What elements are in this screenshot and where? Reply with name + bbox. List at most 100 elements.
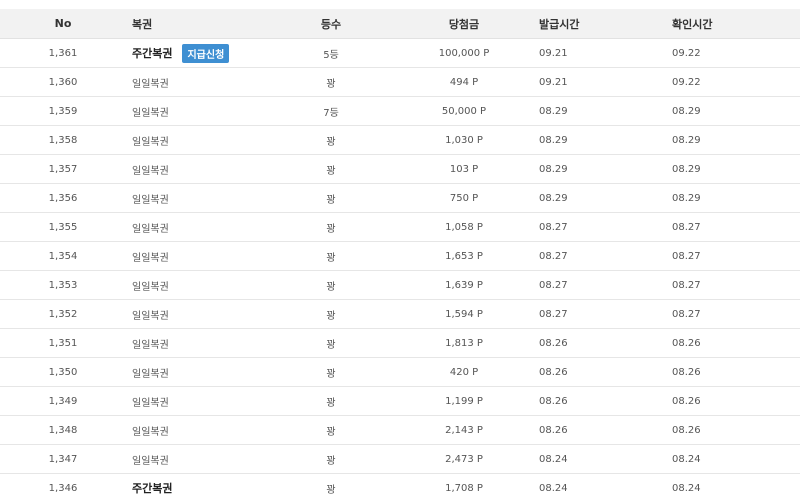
row-prize: 420 P (449, 366, 479, 378)
row-grade: 꽝 (326, 455, 336, 467)
row-lottery: 일일복권 (132, 300, 312, 328)
row-issued-time: 08.26 (539, 366, 568, 378)
row-grade: 꽝 (326, 426, 336, 438)
row-checked-time: 08.29 (672, 192, 701, 204)
header-no: No (54, 17, 72, 30)
row-grade: 7등 (323, 107, 339, 119)
table-row: 1,353 일일복권 꽝 1,639 P 08.27 08.27 (0, 271, 800, 300)
row-checked-time: 08.29 (672, 134, 701, 146)
row-grade: 꽝 (326, 252, 336, 264)
row-issued-time: 08.27 (539, 221, 568, 233)
row-no: 1,348 (48, 424, 78, 436)
row-lottery: 일일복권 (132, 97, 312, 125)
row-prize: 1,594 P (445, 308, 483, 320)
header-issued-time: 발급시간 (539, 17, 580, 31)
row-checked-time: 08.24 (672, 453, 701, 465)
row-prize: 1,653 P (445, 250, 483, 262)
table-row: 1,361 주간복권 지급신청 5등 100,000 P 09.21 09.22 (0, 39, 800, 68)
row-checked-time: 08.29 (672, 105, 701, 117)
table-row: 1,356 일일복권 꽝 750 P 08.29 08.29 (0, 184, 800, 213)
row-issued-time: 08.29 (539, 105, 568, 117)
row-lottery: 일일복권 (132, 213, 312, 241)
row-prize: 1,058 P (445, 221, 483, 233)
row-issued-time: 08.26 (539, 395, 568, 407)
row-checked-time: 08.29 (672, 163, 701, 175)
row-prize: 50,000 P (441, 105, 487, 117)
row-issued-time: 08.26 (539, 337, 568, 349)
row-checked-time: 08.27 (672, 279, 701, 291)
row-prize: 2,473 P (445, 453, 483, 465)
row-issued-time: 08.24 (539, 453, 568, 465)
lottery-name: 일일복권 (132, 136, 169, 148)
row-prize: 100,000 P (438, 47, 490, 59)
row-lottery: 일일복권 (132, 416, 312, 444)
row-grade: 5등 (323, 49, 339, 61)
row-no: 1,358 (48, 134, 78, 146)
lottery-history: No 복권 등수 당첨금 발급시간 확인시간 1,361 주간복권 지급신청 5등 10… (0, 0, 800, 494)
lottery-name: 주간복권 (132, 482, 173, 494)
row-prize: 1,639 P (445, 279, 483, 291)
row-prize: 1,199 P (445, 395, 483, 407)
row-checked-time: 08.24 (672, 482, 701, 494)
table-row: 1,349 일일복권 꽝 1,199 P 08.26 08.26 (0, 387, 800, 416)
lottery-name: 일일복권 (132, 368, 169, 380)
row-grade: 꽝 (326, 397, 336, 409)
lottery-name: 일일복권 (132, 194, 169, 206)
table-header: No 복권 등수 당첨금 발급시간 확인시간 (0, 9, 800, 39)
table-row: 1,347 일일복권 꽝 2,473 P 08.24 08.24 (0, 445, 800, 474)
row-no: 1,361 (48, 47, 78, 59)
row-checked-time: 08.26 (672, 395, 701, 407)
lottery-name: 일일복권 (132, 397, 169, 409)
row-no: 1,360 (48, 76, 78, 88)
lottery-name: 일일복권 (132, 223, 169, 235)
row-no: 1,352 (48, 308, 78, 320)
row-prize: 103 P (449, 163, 479, 175)
row-grade: 꽝 (326, 310, 336, 322)
table-row: 1,360 일일복권 꽝 494 P 09.21 09.22 (0, 68, 800, 97)
row-lottery: 일일복권 (132, 184, 312, 212)
row-issued-time: 08.24 (539, 482, 568, 494)
row-checked-time: 09.22 (672, 76, 701, 88)
row-lottery: 일일복권 (132, 126, 312, 154)
row-lottery: 일일복권 (132, 445, 312, 473)
lottery-name: 일일복권 (132, 281, 169, 293)
row-lottery: 주간복권 지급신청 (132, 39, 312, 67)
row-checked-time: 08.27 (672, 221, 701, 233)
row-checked-time: 08.27 (672, 250, 701, 262)
row-checked-time: 09.22 (672, 47, 701, 59)
row-issued-time: 08.27 (539, 279, 568, 291)
row-no: 1,349 (48, 395, 78, 407)
row-issued-time: 08.27 (539, 308, 568, 320)
lottery-name: 일일복권 (132, 426, 169, 438)
row-no: 1,353 (48, 279, 78, 291)
lottery-name: 일일복권 (132, 310, 169, 322)
lottery-name: 일일복권 (132, 78, 169, 90)
row-checked-time: 08.26 (672, 424, 701, 436)
row-prize: 2,143 P (445, 424, 483, 436)
row-no: 1,347 (48, 453, 78, 465)
table-row: 1,348 일일복권 꽝 2,143 P 08.26 08.26 (0, 416, 800, 445)
row-grade: 꽝 (326, 136, 336, 148)
row-grade: 꽝 (326, 484, 336, 494)
table-row: 1,351 일일복권 꽝 1,813 P 08.26 08.26 (0, 329, 800, 358)
lottery-name: 주간복권 (132, 47, 173, 60)
row-checked-time: 08.26 (672, 337, 701, 349)
payout-request-button[interactable]: 지급신청 (182, 43, 230, 63)
row-no: 1,346 (48, 482, 78, 494)
row-grade: 꽝 (326, 194, 336, 206)
row-issued-time: 08.26 (539, 424, 568, 436)
row-prize: 1,030 P (445, 134, 483, 146)
row-no: 1,350 (48, 366, 78, 378)
row-lottery: 주간복권 (132, 474, 312, 494)
row-issued-time: 08.29 (539, 192, 568, 204)
row-no: 1,351 (48, 337, 78, 349)
row-no: 1,355 (48, 221, 78, 233)
header-grade: 등수 (320, 17, 342, 31)
table-row: 1,352 일일복권 꽝 1,594 P 08.27 08.27 (0, 300, 800, 329)
header-checked-time: 확인시간 (672, 17, 713, 31)
table-row: 1,359 일일복권 7등 50,000 P 08.29 08.29 (0, 97, 800, 126)
header-lottery: 복권 (132, 17, 153, 31)
row-prize: 750 P (449, 192, 479, 204)
row-no: 1,356 (48, 192, 78, 204)
row-no: 1,357 (48, 163, 78, 175)
